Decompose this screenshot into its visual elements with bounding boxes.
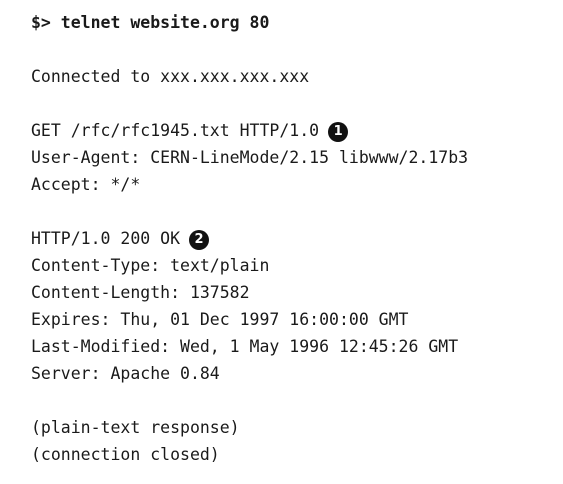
response-status-line: HTTP/1.0 200 OK 2	[31, 225, 563, 252]
note-connection-closed: (connection closed)	[31, 445, 220, 464]
telnet-command: $> telnet website.org 80	[31, 13, 270, 32]
response-header-content-length: Content-Length: 137582	[31, 283, 250, 302]
note-plain-text-response: (plain-text response)	[31, 418, 240, 437]
response-header-server: Server: Apache 0.84	[31, 364, 220, 383]
connection-status: Connected to xxx.xxx.xxx.xxx	[31, 67, 310, 86]
response-header-content-type: Content-Type: text/plain	[31, 256, 270, 275]
callout-2-icon: 2	[189, 230, 210, 250]
callout-1-icon: 1	[328, 122, 349, 142]
response-header-expires: Expires: Thu, 01 Dec 1997 16:00:00 GMT	[31, 310, 409, 329]
request-header-user-agent: User-Agent: CERN-LineMode/2.15 libwww/2.…	[31, 148, 469, 167]
response-header-last-modified: Last-Modified: Wed, 1 May 1996 12:45:26 …	[31, 337, 459, 356]
terminal-transcript: $> telnet website.org 80 Connected to xx…	[0, 0, 563, 484]
request-header-accept: Accept: */*	[31, 175, 141, 194]
request-line-text: GET /rfc/rfc1945.txt HTTP/1.0	[31, 121, 320, 140]
response-status-text: HTTP/1.0 200 OK	[31, 229, 181, 248]
request-line: GET /rfc/rfc1945.txt HTTP/1.0 1	[31, 117, 563, 144]
